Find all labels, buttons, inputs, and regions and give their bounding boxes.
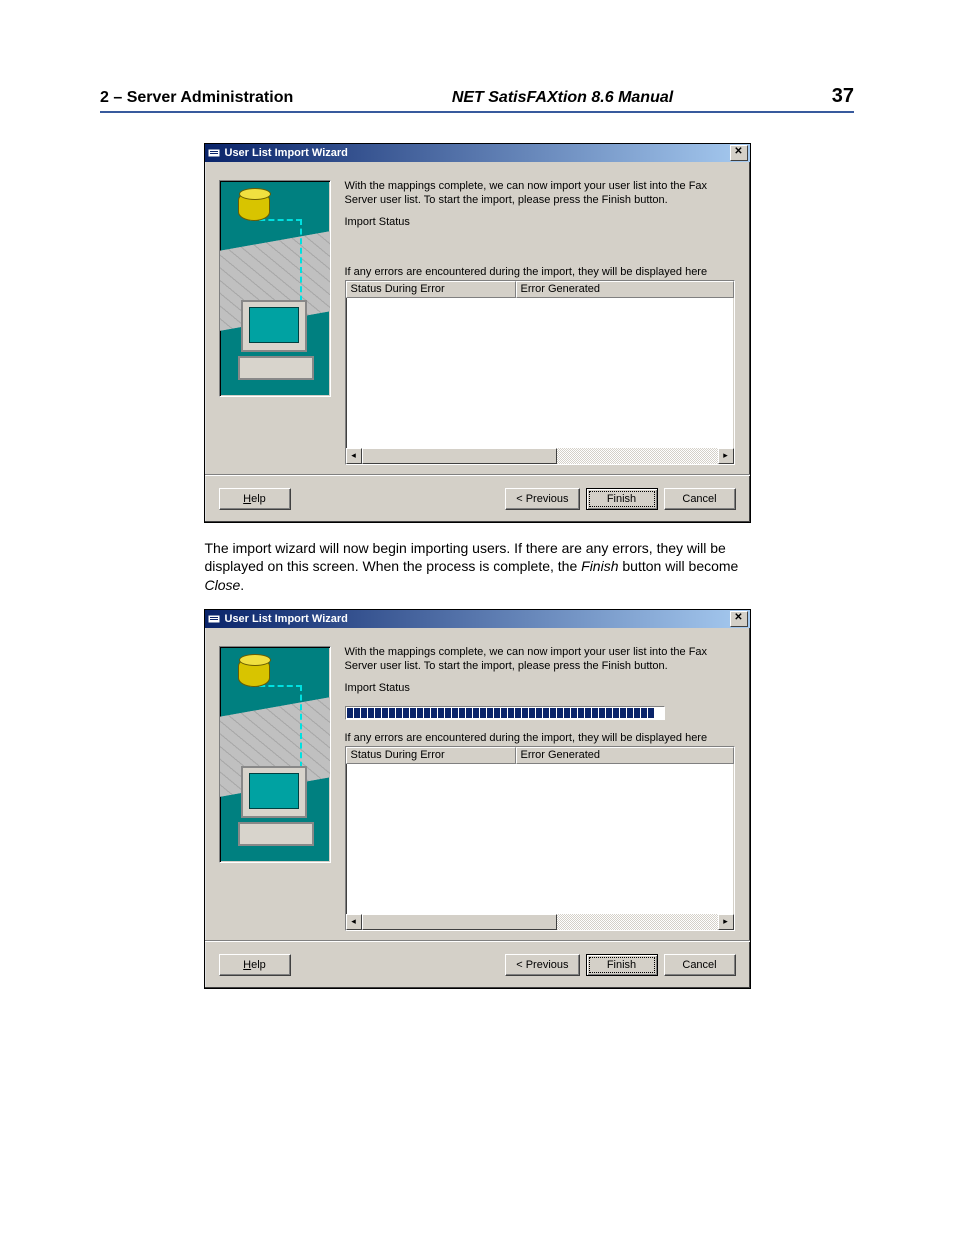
wizard-illustration bbox=[219, 646, 331, 863]
column-status[interactable]: Status During Error bbox=[346, 281, 516, 298]
instruction-text: With the mappings complete, we can now i… bbox=[345, 646, 736, 674]
help-button[interactable]: Help bbox=[219, 488, 291, 510]
scroll-left-button[interactable]: ◂ bbox=[346, 914, 362, 930]
scroll-left-button[interactable]: ◂ bbox=[346, 448, 362, 464]
app-icon bbox=[207, 612, 221, 626]
error-note-label: If any errors are encountered during the… bbox=[345, 266, 736, 278]
previous-button[interactable]: < Previous bbox=[505, 954, 579, 976]
instruction-text: With the mappings complete, we can now i… bbox=[345, 180, 736, 208]
error-listview[interactable]: Status During Error Error Generated ◂ ▸ bbox=[345, 746, 735, 931]
finish-button[interactable]: Finish bbox=[586, 488, 658, 510]
header-title: NET SatisFAXtion 8.6 Manual bbox=[452, 89, 673, 107]
help-button[interactable]: Help bbox=[219, 954, 291, 976]
error-listview[interactable]: Status During Error Error Generated ◂ ▸ bbox=[345, 280, 735, 465]
page-header: 2 – Server Administration NET SatisFAXti… bbox=[100, 85, 854, 113]
header-section: 2 – Server Administration bbox=[100, 89, 293, 107]
horizontal-scrollbar[interactable]: ◂ ▸ bbox=[346, 448, 734, 464]
titlebar: User List Import Wizard ✕ bbox=[205, 610, 750, 628]
scroll-right-button[interactable]: ▸ bbox=[718, 914, 734, 930]
listview-body bbox=[346, 764, 734, 914]
progress-bar bbox=[345, 706, 665, 720]
close-button[interactable]: ✕ bbox=[730, 145, 748, 161]
column-error[interactable]: Error Generated bbox=[516, 281, 734, 298]
scroll-thumb[interactable] bbox=[362, 448, 558, 464]
titlebar: User List Import Wizard ✕ bbox=[205, 144, 750, 162]
column-error[interactable]: Error Generated bbox=[516, 747, 734, 764]
scroll-right-button[interactable]: ▸ bbox=[718, 448, 734, 464]
scroll-thumb[interactable] bbox=[362, 914, 558, 930]
import-wizard-dialog-progress: User List Import Wizard ✕ With the mappi… bbox=[204, 609, 751, 989]
listview-body bbox=[346, 298, 734, 448]
header-page-number: 37 bbox=[832, 85, 854, 108]
finish-button[interactable]: Finish bbox=[586, 954, 658, 976]
close-button[interactable]: ✕ bbox=[730, 611, 748, 627]
app-icon bbox=[207, 146, 221, 160]
cancel-button[interactable]: Cancel bbox=[664, 954, 736, 976]
column-status[interactable]: Status During Error bbox=[346, 747, 516, 764]
import-status-label: Import Status bbox=[345, 216, 736, 228]
titlebar-text: User List Import Wizard bbox=[225, 147, 730, 159]
import-status-label: Import Status bbox=[345, 682, 736, 694]
titlebar-text: User List Import Wizard bbox=[225, 613, 730, 625]
error-note-label: If any errors are encountered during the… bbox=[345, 732, 736, 744]
wizard-illustration bbox=[219, 180, 331, 397]
previous-button[interactable]: < Previous bbox=[505, 488, 579, 510]
cancel-button[interactable]: Cancel bbox=[664, 488, 736, 510]
import-wizard-dialog: User List Import Wizard ✕ With the mappi… bbox=[204, 143, 751, 523]
horizontal-scrollbar[interactable]: ◂ ▸ bbox=[346, 914, 734, 930]
body-paragraph: The import wizard will now begin importi… bbox=[205, 539, 750, 596]
